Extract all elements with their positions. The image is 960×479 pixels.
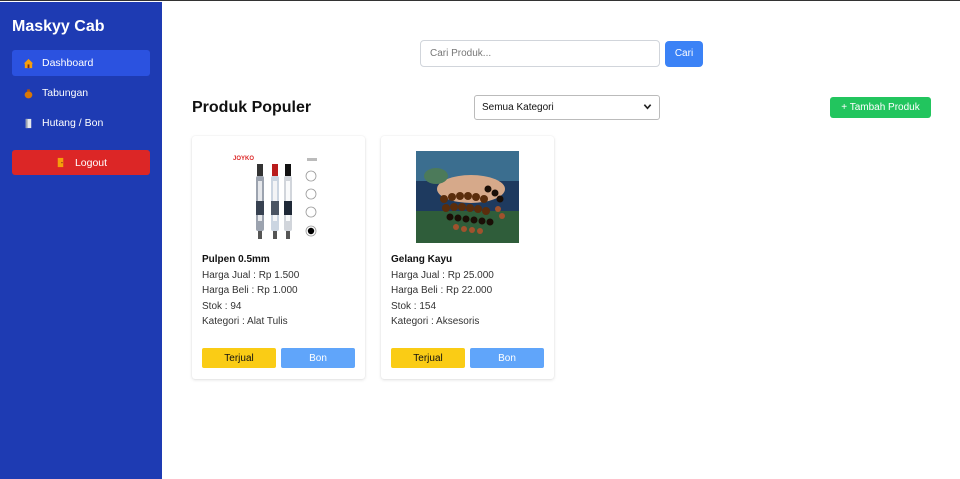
money-bag-icon — [22, 87, 34, 99]
product-category: Kategori : Aksesoris — [391, 315, 480, 327]
house-icon — [22, 57, 34, 69]
brand-logo-text: JOYKO — [233, 156, 254, 162]
product-card: Gelang Kayu Harga Jual : Rp 25.000 Harga… — [381, 136, 554, 379]
sold-button[interactable]: Terjual — [391, 348, 465, 368]
logout-button[interactable]: Logout — [12, 150, 150, 175]
sidebar-item-tabungan[interactable]: Tabungan — [12, 80, 150, 106]
door-icon — [55, 157, 67, 169]
product-sell-price: Harga Jual : Rp 25.000 — [391, 270, 494, 281]
add-product-button[interactable]: + Tambah Produk — [830, 97, 931, 118]
sold-button[interactable]: Terjual — [202, 348, 276, 368]
sidebar-item-label: Dashboard — [42, 57, 94, 69]
product-sell-price: Harga Jual : Rp 1.500 — [202, 270, 300, 281]
product-buy-price: Harga Beli : Rp 1.000 — [202, 285, 298, 297]
product-name: Gelang Kayu — [391, 254, 453, 265]
notebook-icon — [22, 117, 34, 129]
product-image-pens: JOYKO — [227, 151, 330, 243]
sidebar-item-hutang[interactable]: Hutang / Bon — [12, 110, 150, 136]
sidebar-nav: Dashboard Tabungan Hutang / Bon — [12, 50, 150, 136]
product-buy-price: Harga Beli : Rp 22.000 — [391, 285, 493, 297]
sidebar: Maskyy Cab Dashboard Tabungan Hutang / B… — [0, 2, 162, 479]
search-bar: Cari — [420, 40, 703, 67]
sidebar-item-label: Tabungan — [42, 87, 89, 99]
category-selected-value: Semua Kategori — [482, 102, 554, 113]
product-card: JOYKO Pulpen 0.5mm Harga Jual: Rp 1.500… — [192, 136, 365, 379]
category-select[interactable]: Semua Kategori — [474, 95, 660, 120]
sidebar-item-label: Hutang / Bon — [42, 117, 104, 129]
sidebar-item-dashboard[interactable]: Dashboard — [12, 50, 150, 76]
main-content: Cari Produk Populer Semua Kategori + Tam… — [162, 2, 960, 479]
section-title: Produk Populer — [192, 99, 312, 116]
search-input[interactable] — [420, 40, 660, 67]
bon-button[interactable]: Bon — [281, 348, 355, 368]
logout-label: Logout — [74, 156, 108, 169]
product-image-bracelets — [416, 151, 519, 243]
product-info: Gelang Kayu Harga Jual : Rp 25.000 Harga… — [391, 254, 544, 329]
product-category: Kategori : Alat Tulis — [202, 315, 288, 327]
product-info: Pulpen 0.5mm Harga Jual : Rp 1.500 Harga… — [202, 254, 355, 329]
chevron-down-icon — [643, 102, 652, 113]
brand-title: Maskyy Cab — [12, 18, 105, 35]
search-button[interactable]: Cari — [665, 40, 703, 67]
product-name: Pulpen 0.5mm — [202, 254, 270, 265]
bon-button[interactable]: Bon — [470, 348, 544, 368]
product-actions: Terjual Bon — [391, 348, 544, 368]
product-stock: Stok : 154 — [391, 300, 437, 312]
product-stock: Stok : 94 — [202, 300, 242, 312]
product-actions: Terjual Bon — [202, 348, 355, 368]
